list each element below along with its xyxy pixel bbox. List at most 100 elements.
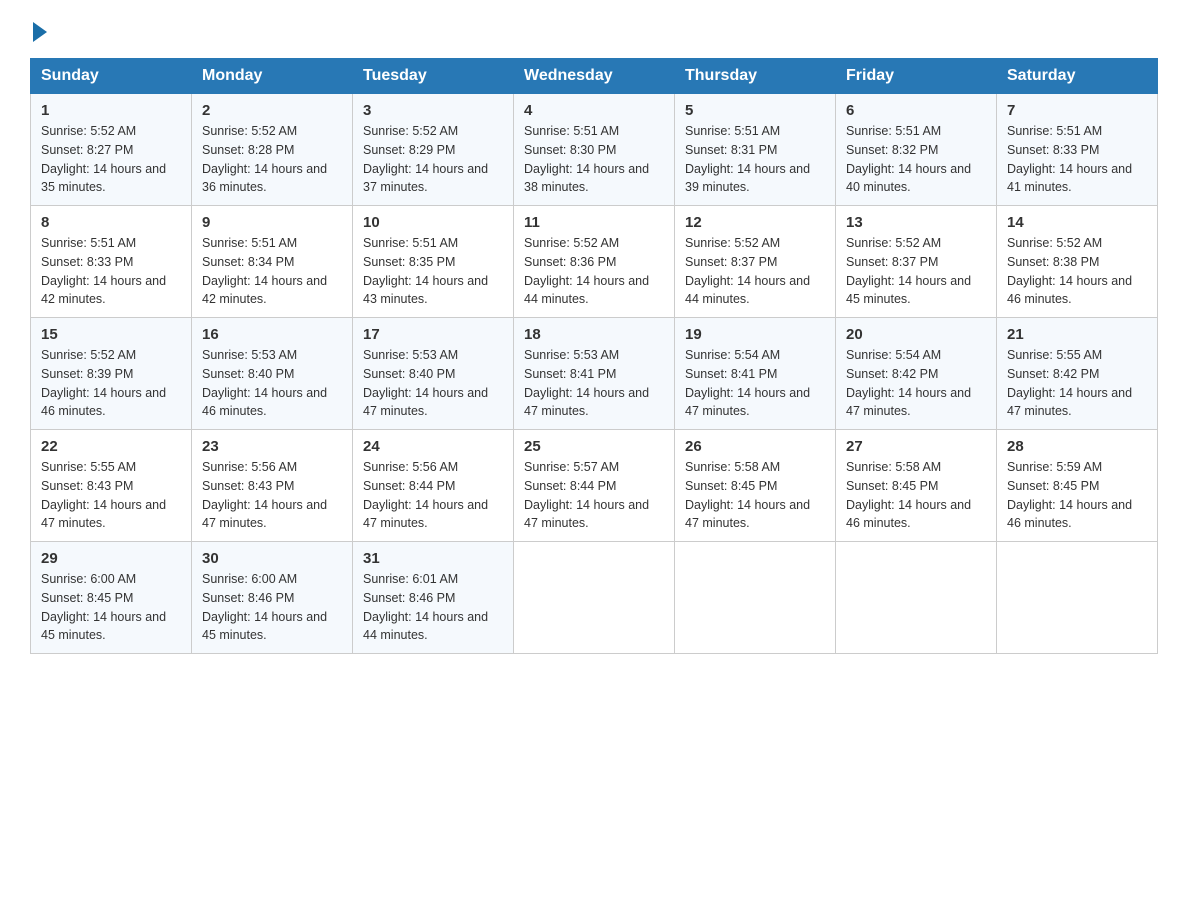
day-info: Sunrise: 5:51 AMSunset: 8:33 PMDaylight:…: [41, 236, 166, 306]
calendar-cell: 20 Sunrise: 5:54 AMSunset: 8:42 PMDaylig…: [836, 318, 997, 430]
day-info: Sunrise: 5:51 AMSunset: 8:32 PMDaylight:…: [846, 124, 971, 194]
day-info: Sunrise: 5:53 AMSunset: 8:40 PMDaylight:…: [363, 348, 488, 418]
calendar-cell: 16 Sunrise: 5:53 AMSunset: 8:40 PMDaylig…: [192, 318, 353, 430]
day-info: Sunrise: 5:57 AMSunset: 8:44 PMDaylight:…: [524, 460, 649, 530]
calendar-cell: 17 Sunrise: 5:53 AMSunset: 8:40 PMDaylig…: [353, 318, 514, 430]
header-thursday: Thursday: [675, 59, 836, 94]
day-info: Sunrise: 5:54 AMSunset: 8:42 PMDaylight:…: [846, 348, 971, 418]
day-info: Sunrise: 5:52 AMSunset: 8:36 PMDaylight:…: [524, 236, 649, 306]
calendar-cell: 15 Sunrise: 5:52 AMSunset: 8:39 PMDaylig…: [31, 318, 192, 430]
day-info: Sunrise: 5:51 AMSunset: 8:35 PMDaylight:…: [363, 236, 488, 306]
calendar-cell: [514, 542, 675, 654]
day-number: 14: [1007, 214, 1147, 231]
day-number: 22: [41, 438, 181, 455]
day-number: 29: [41, 550, 181, 567]
day-number: 16: [202, 326, 342, 343]
day-info: Sunrise: 5:55 AMSunset: 8:42 PMDaylight:…: [1007, 348, 1132, 418]
calendar-cell: 25 Sunrise: 5:57 AMSunset: 8:44 PMDaylig…: [514, 430, 675, 542]
day-info: Sunrise: 5:51 AMSunset: 8:30 PMDaylight:…: [524, 124, 649, 194]
day-number: 10: [363, 214, 503, 231]
calendar-week-row: 29 Sunrise: 6:00 AMSunset: 8:45 PMDaylig…: [31, 542, 1158, 654]
day-number: 27: [846, 438, 986, 455]
day-info: Sunrise: 5:54 AMSunset: 8:41 PMDaylight:…: [685, 348, 810, 418]
calendar-table: SundayMondayTuesdayWednesdayThursdayFrid…: [30, 58, 1158, 654]
day-number: 5: [685, 102, 825, 119]
day-number: 11: [524, 214, 664, 231]
calendar-cell: 3 Sunrise: 5:52 AMSunset: 8:29 PMDayligh…: [353, 94, 514, 206]
day-info: Sunrise: 5:51 AMSunset: 8:33 PMDaylight:…: [1007, 124, 1132, 194]
day-info: Sunrise: 5:56 AMSunset: 8:43 PMDaylight:…: [202, 460, 327, 530]
calendar-cell: 18 Sunrise: 5:53 AMSunset: 8:41 PMDaylig…: [514, 318, 675, 430]
calendar-cell: 7 Sunrise: 5:51 AMSunset: 8:33 PMDayligh…: [997, 94, 1158, 206]
calendar-week-row: 1 Sunrise: 5:52 AMSunset: 8:27 PMDayligh…: [31, 94, 1158, 206]
calendar-week-row: 8 Sunrise: 5:51 AMSunset: 8:33 PMDayligh…: [31, 206, 1158, 318]
day-number: 15: [41, 326, 181, 343]
day-number: 17: [363, 326, 503, 343]
day-number: 3: [363, 102, 503, 119]
calendar-cell: [675, 542, 836, 654]
calendar-cell: 23 Sunrise: 5:56 AMSunset: 8:43 PMDaylig…: [192, 430, 353, 542]
day-info: Sunrise: 5:52 AMSunset: 8:39 PMDaylight:…: [41, 348, 166, 418]
day-number: 7: [1007, 102, 1147, 119]
day-info: Sunrise: 5:58 AMSunset: 8:45 PMDaylight:…: [846, 460, 971, 530]
calendar-cell: 5 Sunrise: 5:51 AMSunset: 8:31 PMDayligh…: [675, 94, 836, 206]
calendar-cell: 8 Sunrise: 5:51 AMSunset: 8:33 PMDayligh…: [31, 206, 192, 318]
day-info: Sunrise: 6:00 AMSunset: 8:45 PMDaylight:…: [41, 572, 166, 642]
logo: [30, 20, 47, 38]
calendar-cell: 31 Sunrise: 6:01 AMSunset: 8:46 PMDaylig…: [353, 542, 514, 654]
calendar-cell: 26 Sunrise: 5:58 AMSunset: 8:45 PMDaylig…: [675, 430, 836, 542]
day-number: 8: [41, 214, 181, 231]
calendar-cell: 9 Sunrise: 5:51 AMSunset: 8:34 PMDayligh…: [192, 206, 353, 318]
calendar-cell: [997, 542, 1158, 654]
day-number: 31: [363, 550, 503, 567]
calendar-cell: 11 Sunrise: 5:52 AMSunset: 8:36 PMDaylig…: [514, 206, 675, 318]
logo-arrow-icon: [33, 22, 47, 42]
header-monday: Monday: [192, 59, 353, 94]
calendar-cell: 2 Sunrise: 5:52 AMSunset: 8:28 PMDayligh…: [192, 94, 353, 206]
page-header: [30, 20, 1158, 38]
day-number: 28: [1007, 438, 1147, 455]
calendar-cell: 21 Sunrise: 5:55 AMSunset: 8:42 PMDaylig…: [997, 318, 1158, 430]
day-info: Sunrise: 6:01 AMSunset: 8:46 PMDaylight:…: [363, 572, 488, 642]
day-info: Sunrise: 5:53 AMSunset: 8:41 PMDaylight:…: [524, 348, 649, 418]
day-info: Sunrise: 5:52 AMSunset: 8:37 PMDaylight:…: [846, 236, 971, 306]
day-info: Sunrise: 5:53 AMSunset: 8:40 PMDaylight:…: [202, 348, 327, 418]
day-number: 25: [524, 438, 664, 455]
day-number: 4: [524, 102, 664, 119]
calendar-cell: 28 Sunrise: 5:59 AMSunset: 8:45 PMDaylig…: [997, 430, 1158, 542]
day-number: 20: [846, 326, 986, 343]
day-info: Sunrise: 5:55 AMSunset: 8:43 PMDaylight:…: [41, 460, 166, 530]
day-number: 1: [41, 102, 181, 119]
header-wednesday: Wednesday: [514, 59, 675, 94]
calendar-cell: 22 Sunrise: 5:55 AMSunset: 8:43 PMDaylig…: [31, 430, 192, 542]
calendar-cell: 6 Sunrise: 5:51 AMSunset: 8:32 PMDayligh…: [836, 94, 997, 206]
header-sunday: Sunday: [31, 59, 192, 94]
calendar-cell: 24 Sunrise: 5:56 AMSunset: 8:44 PMDaylig…: [353, 430, 514, 542]
day-number: 19: [685, 326, 825, 343]
day-info: Sunrise: 5:58 AMSunset: 8:45 PMDaylight:…: [685, 460, 810, 530]
calendar-cell: 29 Sunrise: 6:00 AMSunset: 8:45 PMDaylig…: [31, 542, 192, 654]
day-info: Sunrise: 5:52 AMSunset: 8:37 PMDaylight:…: [685, 236, 810, 306]
day-number: 13: [846, 214, 986, 231]
header-friday: Friday: [836, 59, 997, 94]
day-number: 24: [363, 438, 503, 455]
calendar-cell: 27 Sunrise: 5:58 AMSunset: 8:45 PMDaylig…: [836, 430, 997, 542]
day-number: 12: [685, 214, 825, 231]
day-number: 23: [202, 438, 342, 455]
header-tuesday: Tuesday: [353, 59, 514, 94]
day-info: Sunrise: 5:51 AMSunset: 8:31 PMDaylight:…: [685, 124, 810, 194]
day-info: Sunrise: 5:52 AMSunset: 8:27 PMDaylight:…: [41, 124, 166, 194]
day-info: Sunrise: 5:51 AMSunset: 8:34 PMDaylight:…: [202, 236, 327, 306]
day-info: Sunrise: 5:59 AMSunset: 8:45 PMDaylight:…: [1007, 460, 1132, 530]
calendar-cell: 14 Sunrise: 5:52 AMSunset: 8:38 PMDaylig…: [997, 206, 1158, 318]
calendar-week-row: 15 Sunrise: 5:52 AMSunset: 8:39 PMDaylig…: [31, 318, 1158, 430]
day-number: 30: [202, 550, 342, 567]
header-saturday: Saturday: [997, 59, 1158, 94]
calendar-cell: 10 Sunrise: 5:51 AMSunset: 8:35 PMDaylig…: [353, 206, 514, 318]
calendar-cell: 13 Sunrise: 5:52 AMSunset: 8:37 PMDaylig…: [836, 206, 997, 318]
day-number: 9: [202, 214, 342, 231]
calendar-cell: 1 Sunrise: 5:52 AMSunset: 8:27 PMDayligh…: [31, 94, 192, 206]
day-info: Sunrise: 5:52 AMSunset: 8:38 PMDaylight:…: [1007, 236, 1132, 306]
calendar-cell: 19 Sunrise: 5:54 AMSunset: 8:41 PMDaylig…: [675, 318, 836, 430]
day-number: 6: [846, 102, 986, 119]
